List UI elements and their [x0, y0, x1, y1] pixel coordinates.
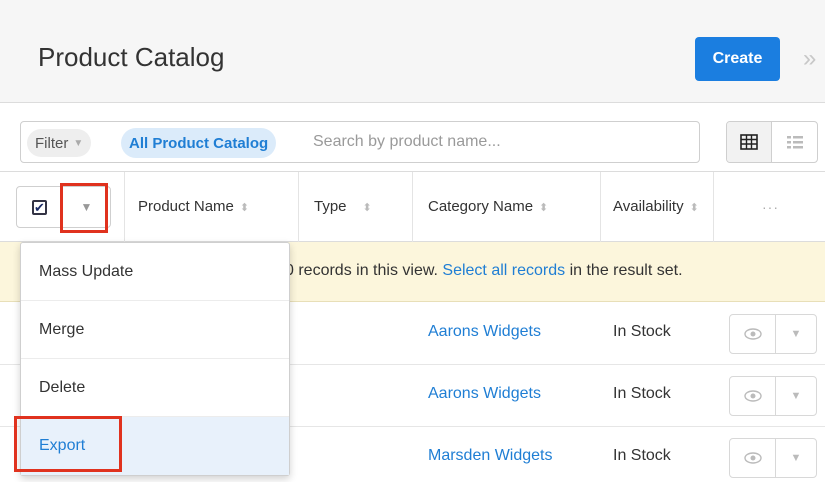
- preview-button[interactable]: [730, 439, 776, 477]
- sort-icon: ⬍: [362, 202, 372, 214]
- filter-dropdown[interactable]: Filter ▼: [27, 129, 92, 157]
- column-divider: [124, 172, 125, 242]
- collapse-sidebar-icon[interactable]: »: [803, 45, 816, 73]
- filter-bar: Filter ▼ All Product Catalog: [0, 104, 825, 172]
- menu-item-delete[interactable]: Delete: [21, 359, 289, 417]
- eye-icon: [743, 390, 762, 402]
- chevron-down-icon: ▼: [790, 390, 802, 402]
- create-button[interactable]: Create: [695, 37, 780, 81]
- view-toggle: [726, 121, 818, 163]
- highlight-annotation: [14, 416, 122, 472]
- availability-cell: In Stock: [613, 385, 671, 402]
- menu-item-merge[interactable]: Merge: [21, 301, 289, 359]
- preview-button[interactable]: [730, 377, 776, 415]
- module-filter-pill[interactable]: All Product Catalog: [121, 128, 277, 158]
- more-columns-icon[interactable]: ···: [762, 199, 779, 215]
- column-header-type[interactable]: Type ⬍: [314, 198, 372, 215]
- column-header-category-name[interactable]: Category Name ⬍: [428, 198, 548, 215]
- sort-icon: ⬍: [539, 202, 549, 214]
- filter-search-box: Filter ▼ All Product Catalog: [20, 121, 700, 163]
- row-actions: ▼: [729, 438, 817, 478]
- row-actions: ▼: [729, 314, 817, 354]
- availability-cell: In Stock: [613, 323, 671, 340]
- banner-message: 0 records in this view. Select all recor…: [285, 262, 683, 280]
- row-action-dropdown[interactable]: ▼: [776, 377, 816, 415]
- chevron-down-icon: ▼: [790, 452, 802, 464]
- page-header: Product Catalog Create »: [0, 0, 825, 103]
- sort-icon: ⬍: [689, 202, 699, 214]
- table-header: ✔ ▼ Product Name ⬍ Type ⬍ Category Name ⬍ A…: [0, 172, 825, 242]
- grid-icon: [740, 134, 758, 150]
- row-action-dropdown[interactable]: ▼: [776, 315, 816, 353]
- row-action-dropdown[interactable]: ▼: [776, 439, 816, 477]
- column-divider: [600, 172, 601, 242]
- column-header-availability[interactable]: Availability ⬍: [613, 198, 699, 215]
- chevron-down-icon: ▼: [790, 328, 802, 340]
- column-divider: [298, 172, 299, 242]
- eye-icon: [743, 452, 762, 464]
- category-link[interactable]: Aarons Widgets: [428, 385, 541, 403]
- column-label: Type: [314, 198, 347, 215]
- column-divider: [713, 172, 714, 242]
- column-header-product-name[interactable]: Product Name ⬍: [138, 198, 249, 215]
- activity-view-button[interactable]: [772, 122, 817, 162]
- category-link[interactable]: Marsden Widgets: [428, 447, 553, 465]
- column-label: Category Name: [428, 198, 534, 215]
- select-all-checkbox[interactable]: ✔: [17, 187, 63, 227]
- column-divider: [412, 172, 413, 242]
- banner-text-before: 0 records in this view.: [285, 262, 443, 279]
- search-input[interactable]: [313, 127, 683, 157]
- preview-button[interactable]: [730, 315, 776, 353]
- eye-icon: [743, 328, 762, 340]
- column-label: Product Name: [138, 198, 234, 215]
- select-all-records-link[interactable]: Select all records: [442, 262, 565, 279]
- filter-label: Filter: [35, 134, 69, 152]
- category-link[interactable]: Aarons Widgets: [428, 323, 541, 341]
- list-view-button[interactable]: [727, 122, 773, 162]
- page-title: Product Catalog: [38, 42, 225, 72]
- chevron-down-icon: ▼: [73, 137, 84, 149]
- menu-item-mass-update[interactable]: Mass Update: [21, 243, 289, 301]
- checkbox-checked-icon: ✔: [32, 199, 47, 215]
- availability-cell: In Stock: [613, 447, 671, 464]
- sort-icon: ⬍: [239, 202, 250, 214]
- highlight-annotation: [60, 183, 108, 233]
- column-label: Availability: [613, 198, 684, 215]
- list-icon: [786, 136, 803, 149]
- banner-text-after: in the result set.: [565, 262, 683, 279]
- row-actions: ▼: [729, 376, 817, 416]
